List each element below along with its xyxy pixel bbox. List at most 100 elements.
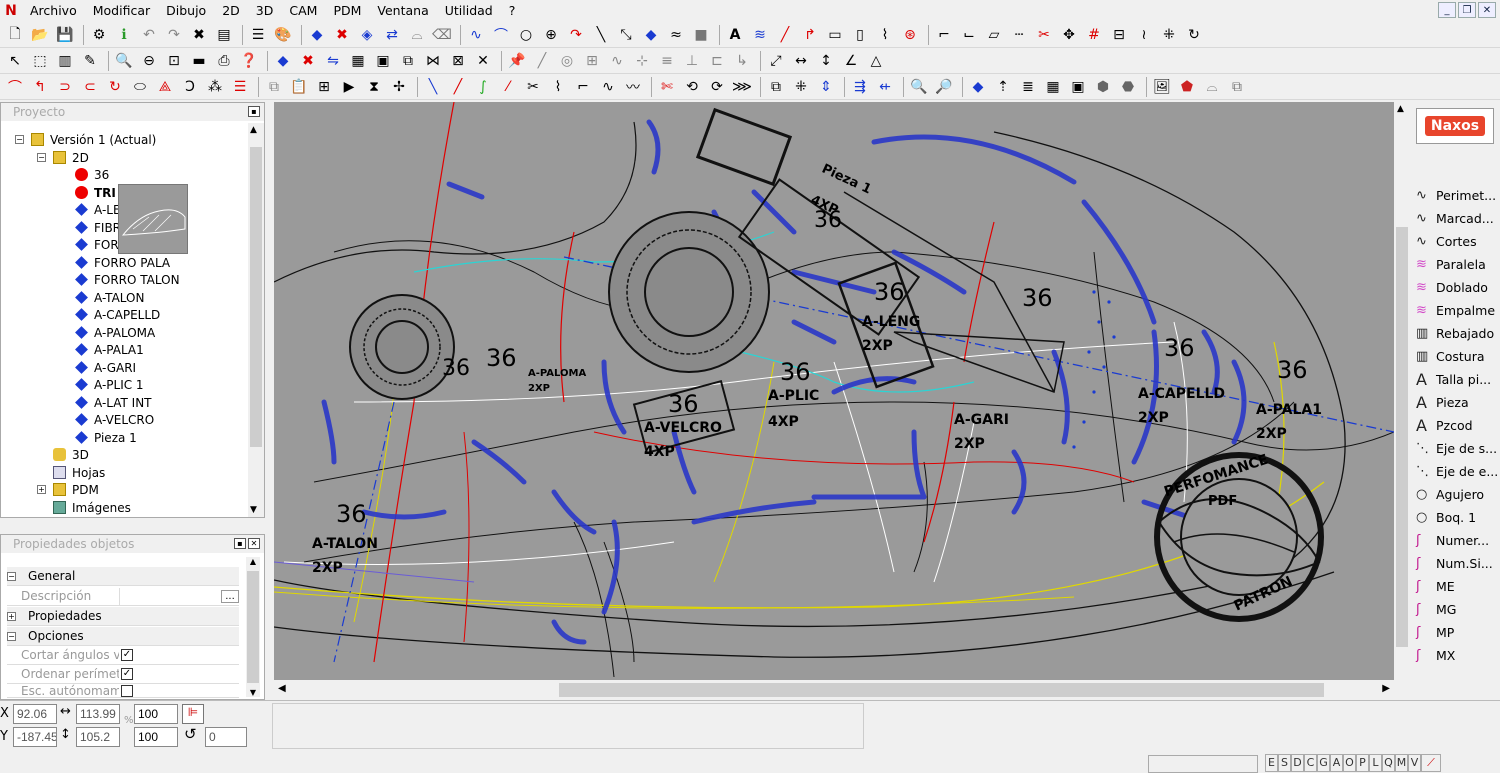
calc-icon[interactable]: ▦ — [347, 50, 369, 72]
tool-talla[interactable]: A Talla pi... — [1416, 368, 1491, 390]
menu-3d[interactable]: 3D — [248, 0, 282, 22]
collapse-icon[interactable]: − — [15, 135, 24, 144]
ordenar-checkbox[interactable]: ✓ — [121, 668, 133, 680]
text-icon[interactable]: A — [724, 24, 746, 46]
scatter-icon[interactable]: ⁜ — [1158, 24, 1180, 46]
stack-icon[interactable]: ≣ — [1017, 76, 1039, 98]
tool-eje-e[interactable]: ⋱ Eje de e... — [1416, 460, 1498, 482]
eraser-icon[interactable]: ⌫ — [431, 24, 453, 46]
blue-node-icon[interactable]: ◆ — [967, 76, 989, 98]
width-field[interactable] — [76, 704, 120, 724]
transform-icon[interactable]: ⤡ — [615, 24, 637, 46]
wave-icon[interactable]: ≈ — [665, 24, 687, 46]
seam-icon[interactable]: ⌇ — [874, 24, 896, 46]
step-icon[interactable]: ⌐ — [572, 76, 594, 98]
shoe-icon[interactable]: ⌓ — [406, 24, 428, 46]
compass-icon[interactable]: ✢ — [388, 76, 410, 98]
scroll-down-icon[interactable]: ▼ — [250, 505, 257, 515]
tool-perimetro[interactable]: ∿ Perimet... — [1416, 184, 1496, 206]
slash-icon[interactable]: ╱ — [774, 24, 796, 46]
mode-q-toggle[interactable]: Q — [1382, 754, 1395, 772]
descripcion-field[interactable] — [119, 587, 221, 605]
tool-marcado[interactable]: ∿ Marcad... — [1416, 207, 1494, 229]
arc-red-4-icon[interactable]: ⊂ — [79, 76, 101, 98]
settings-icon[interactable]: ⚙ — [88, 24, 110, 46]
cut-line-icon[interactable]: ✄ — [656, 76, 678, 98]
expand-icon[interactable]: + — [37, 485, 46, 494]
mode-p-toggle[interactable]: P — [1356, 754, 1369, 772]
scroll-right-icon[interactable]: ▶ — [1382, 683, 1390, 694]
corner-icon[interactable]: ⌐ — [933, 24, 955, 46]
merge-icon[interactable]: ⧉ — [397, 50, 419, 72]
menu-dibujo[interactable]: Dibujo — [158, 0, 214, 22]
undo-icon[interactable]: ↶ — [138, 24, 160, 46]
vdim-icon[interactable]: ↕ — [815, 50, 837, 72]
tree-item[interactable]: 36 — [75, 166, 109, 183]
scroll-up-icon[interactable]: ▲ — [250, 125, 257, 135]
blue-arrows-icon[interactable]: ⇋ — [322, 50, 344, 72]
scroll-thumb[interactable] — [247, 571, 259, 683]
node-icon[interactable]: ◈ — [356, 24, 378, 46]
split-icon[interactable]: ⋈ — [422, 50, 444, 72]
expand-icon[interactable]: + — [7, 611, 16, 621]
text-tool-icon[interactable]: Ↄ — [179, 76, 201, 98]
tool-a-icon[interactable]: ╱ — [531, 50, 553, 72]
panel-pin-icon[interactable]: ▪ — [234, 538, 246, 549]
tree-item[interactable]: A-PALA1 — [75, 341, 144, 358]
scroll-left-icon[interactable]: ◀ — [278, 683, 286, 694]
panel-pin-icon[interactable]: ▪ — [248, 106, 260, 117]
mode-l-toggle[interactable]: L — [1369, 754, 1382, 772]
scale-x-field[interactable] — [134, 704, 178, 724]
hook-icon[interactable]: ↱ — [799, 24, 821, 46]
scale-apply-icon[interactable]: ⊫ — [182, 704, 204, 724]
tool-b-icon[interactable]: ◎ — [556, 50, 578, 72]
target-icon[interactable]: ⊛ — [899, 24, 921, 46]
point-icon[interactable]: ⊕ — [540, 24, 562, 46]
menu-archivo[interactable]: Archivo — [22, 0, 85, 22]
frame-icon[interactable]: ⊠ — [447, 50, 469, 72]
red-tool-icon[interactable]: ⟋ — [1421, 754, 1441, 772]
curve-red-icon[interactable]: ↷ — [565, 24, 587, 46]
tree-item[interactable]: A-VELCRO — [75, 411, 154, 428]
cursor-icon[interactable]: ↖ — [4, 50, 26, 72]
blob-icon[interactable]: ⬢ — [1092, 76, 1114, 98]
tree-item[interactable]: A-LAT INT — [75, 394, 152, 411]
menu-modificar[interactable]: Modificar — [85, 0, 158, 22]
redo-icon[interactable]: ↷ — [163, 24, 185, 46]
tool-paralela[interactable]: ≋ Paralela — [1416, 253, 1486, 275]
measure-icon[interactable]: ⤢ — [765, 50, 787, 72]
panel-close-icon[interactable]: ✕ — [248, 538, 260, 549]
tree-item[interactable]: TRI — [75, 184, 116, 201]
rotate-icon[interactable]: ↺ — [184, 725, 197, 743]
tree-item[interactable]: FORRO TALON — [75, 271, 180, 288]
scroll-up-icon[interactable]: ▲ — [1397, 104, 1404, 114]
y-coordinate-field[interactable] — [13, 727, 57, 747]
tree-item[interactable]: A-PLIC 1 — [75, 376, 144, 393]
mode-s-toggle[interactable]: S — [1278, 754, 1291, 772]
align-icon[interactable]: ⊟ — [1108, 24, 1130, 46]
tool-pzcod[interactable]: A Pzcod — [1416, 414, 1473, 436]
hourglass-icon[interactable]: ⧗ — [363, 76, 385, 98]
tool-mg[interactable]: ʃ MG — [1416, 598, 1456, 620]
zoom-out-2-icon[interactable]: 🔎 — [933, 76, 955, 98]
select-all-icon[interactable]: ⬚ — [29, 50, 51, 72]
cortar-checkbox[interactable]: ✓ — [121, 649, 133, 661]
tree-item[interactable]: A-GARI — [75, 359, 136, 376]
page-icon[interactable]: ▱ — [983, 24, 1005, 46]
tool-f-icon[interactable]: ≡ — [656, 50, 678, 72]
tree-item[interactable]: FIBR — [75, 219, 121, 236]
shape-icon[interactable]: ⟁ — [154, 76, 176, 98]
shoe2-icon[interactable]: ⌓ — [1201, 76, 1223, 98]
mode-m-toggle[interactable]: M — [1395, 754, 1408, 772]
cut-red-icon[interactable]: ✂ — [1033, 24, 1055, 46]
mode-g-toggle[interactable]: G — [1317, 754, 1330, 772]
tool-numeracion[interactable]: ʃ Numer... — [1416, 529, 1489, 551]
diamond-icon[interactable]: ◆ — [640, 24, 662, 46]
tree-item-hojas[interactable]: Hojas — [53, 464, 105, 481]
drawing-canvas[interactable]: 36 A-TALON 2XP 36 36 A-PALOMA 2XP 36 A-V… — [274, 102, 1394, 680]
menu-ventana[interactable]: Ventana — [369, 0, 436, 22]
restore-icon[interactable]: ❐ — [1458, 2, 1476, 18]
line-red-icon[interactable]: ╱ — [447, 76, 469, 98]
scroll-thumb[interactable] — [1396, 227, 1408, 647]
tool-c-icon[interactable]: ⊞ — [581, 50, 603, 72]
